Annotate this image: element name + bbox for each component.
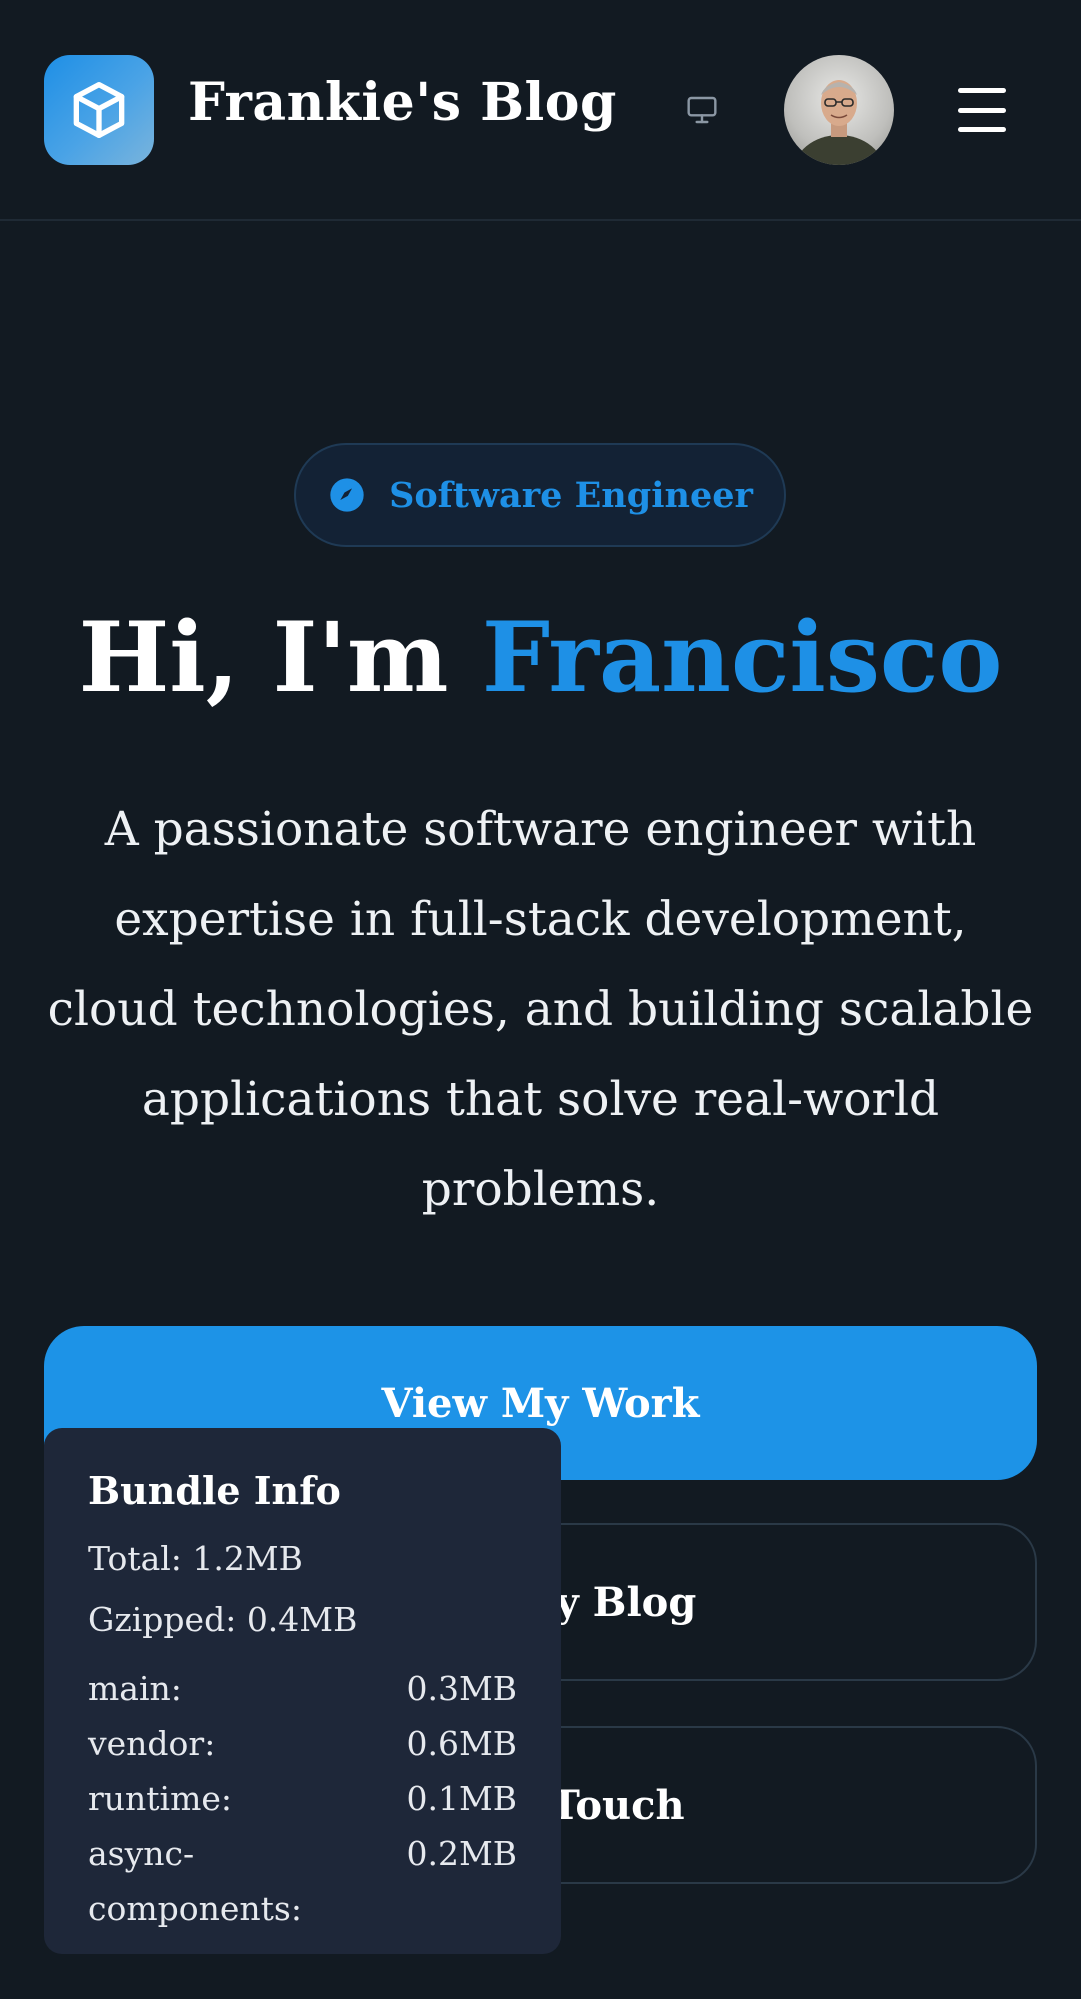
bundle-chunk-size: 0.6MB: [406, 1724, 517, 1763]
hero-description: A passionate software engineer with expe…: [47, 802, 1034, 1217]
site-title[interactable]: Frankie's Blog: [188, 72, 617, 133]
cube-icon: [73, 82, 125, 138]
hero-title: Hi, I'm Francisco: [0, 598, 1081, 718]
logo-button[interactable]: [44, 55, 154, 165]
compass-icon: [330, 478, 364, 512]
monitor-icon: [687, 96, 717, 124]
bundle-chunk-row: async-components: 0.2MB: [88, 1826, 517, 1936]
bundle-chunk-name: vendor:: [88, 1724, 216, 1763]
bundle-gzipped: Gzipped: 0.4MB: [88, 1600, 358, 1639]
role-badge: Software Engineer: [294, 443, 786, 547]
menu-button[interactable]: [950, 82, 1014, 138]
bundle-chunk-size: 0.2MB: [406, 1834, 517, 1873]
bundle-chunk-size: 0.3MB: [406, 1669, 517, 1708]
bundle-chunk-row: runtime: 0.1MB: [88, 1771, 517, 1826]
bundle-chunk-size: 0.1MB: [406, 1779, 517, 1818]
bundle-chunk-row: main: 0.3MB: [88, 1661, 517, 1716]
avatar[interactable]: [784, 55, 894, 165]
bundle-info-panel: Bundle Info Total: 1.2MB Gzipped: 0.4MB …: [44, 1428, 561, 1954]
site-header: Frankie's Blog: [0, 0, 1081, 221]
bundle-chunk-name: main:: [88, 1669, 182, 1708]
badge-label: Software Engineer: [389, 474, 753, 516]
hamburger-menu-icon: [958, 88, 1006, 93]
bundle-chunk-row: vendor: 0.6MB: [88, 1716, 517, 1771]
bundle-chunk-name: runtime:: [88, 1779, 233, 1818]
hero-title-name: Francisco: [481, 601, 1003, 714]
bundle-info-title: Bundle Info: [88, 1468, 341, 1513]
hero-title-prefix: Hi, I'm: [78, 601, 482, 714]
profile-photo: [794, 80, 884, 165]
bundle-total: Total: 1.2MB: [88, 1539, 303, 1578]
bundle-chunk-name: async-components:: [88, 1834, 302, 1928]
theme-toggle-button[interactable]: [676, 88, 728, 132]
